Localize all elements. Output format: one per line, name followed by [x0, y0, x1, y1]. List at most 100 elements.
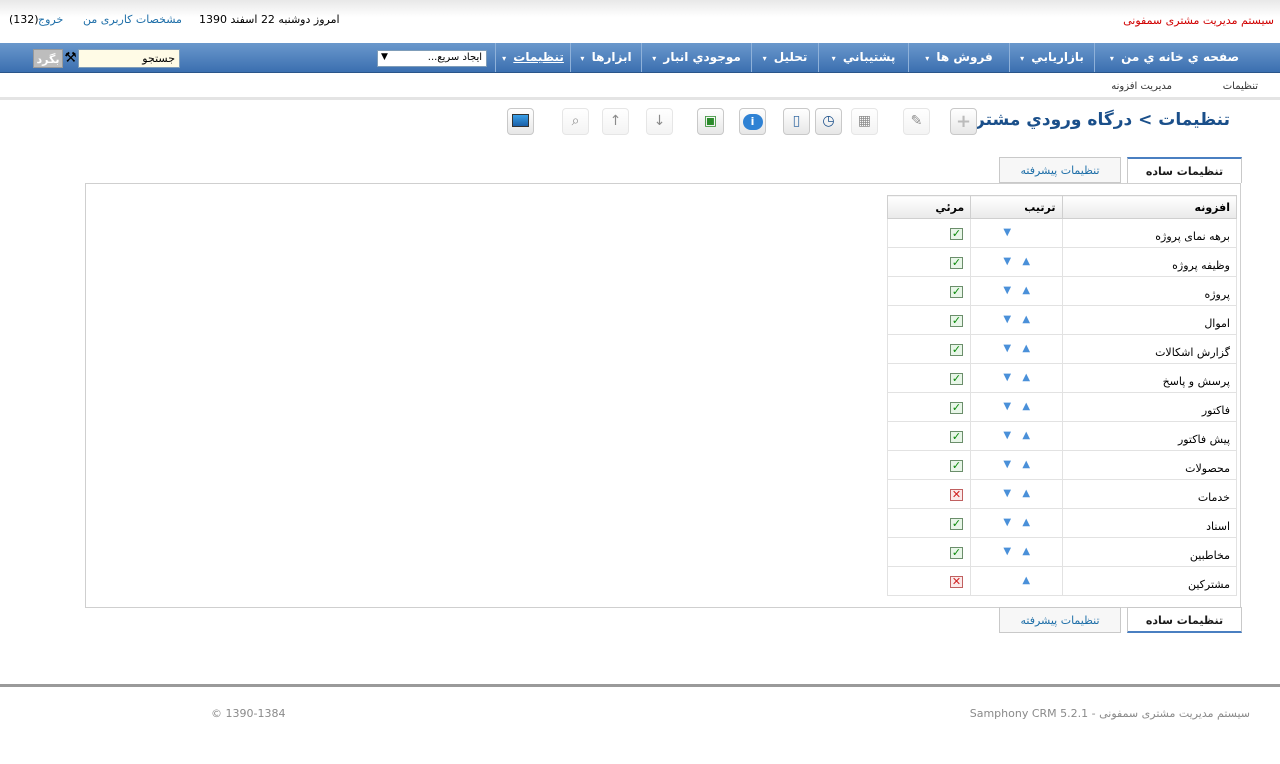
module-name: گزارش اشکالات [1061, 334, 1237, 364]
nav-label: موجودي انبار [663, 50, 741, 64]
table-row: اسناد ▲ ▼ ✓ [886, 508, 1237, 538]
chevron-down-icon: ▾ [925, 54, 930, 63]
move-down-arrow-icon[interactable]: ▼ [1002, 460, 1012, 470]
chevron-down-icon: ▾ [1020, 54, 1025, 63]
clock-icon[interactable]: ◷ [815, 108, 842, 135]
visible-check-icon[interactable]: ✓ [950, 402, 963, 414]
visible-cell: ✓ [886, 218, 972, 248]
search-button[interactable]: بگرد [33, 49, 63, 68]
order-cell: ▲ ▼ [970, 479, 1063, 509]
hidden-cross-icon[interactable]: ✕ [950, 489, 963, 501]
nav-tools[interactable]: ابزارها ▾ [570, 43, 641, 72]
subnav-module-manager-link[interactable]: مدیریت افزونه [1111, 81, 1172, 92]
move-up-arrow-icon[interactable]: ▲ [1021, 431, 1031, 441]
move-up-arrow-icon[interactable]: ▲ [1021, 315, 1031, 325]
table-row: فاکتور ▲ ▼ ✓ [886, 392, 1237, 422]
tab-advanced-settings[interactable]: تنظیمات پیشرفته [999, 157, 1121, 183]
calculator-icon[interactable]: ▯ [783, 108, 810, 135]
tab-simple-settings-bottom[interactable]: تنظیمات ساده [1127, 607, 1242, 633]
move-up-arrow-icon[interactable]: ▲ [1021, 547, 1031, 557]
hidden-cross-icon[interactable]: ✕ [950, 576, 963, 588]
move-up-arrow-icon[interactable]: ▲ [1021, 576, 1031, 586]
table-row: پروژه ▲ ▼ ✓ [886, 276, 1237, 306]
visible-cell: ✓ [886, 508, 972, 538]
move-down-arrow-icon[interactable]: ▼ [1002, 547, 1012, 557]
move-up-arrow-icon[interactable]: ▲ [1021, 489, 1031, 499]
calendar-icon[interactable]: ▦ [851, 108, 878, 135]
search-preview-icon[interactable]: ⌕ [562, 108, 589, 135]
module-name: اسناد [1061, 508, 1237, 538]
edit-icon[interactable]: ✎ [903, 108, 930, 135]
table-row: مشترکین ▲ ✕ [886, 566, 1237, 596]
nav-label: پشتيباني [842, 50, 896, 64]
tools-icon[interactable]: ⚒ [63, 49, 78, 68]
order-cell: ▲ [970, 566, 1063, 596]
move-down-arrow-icon[interactable]: ▼ [1002, 489, 1012, 499]
order-cell: ▼ [970, 218, 1063, 248]
order-cell: ▲ ▼ [970, 537, 1063, 567]
my-profile-link[interactable]: مشخصات کاربری من [83, 13, 182, 26]
add-icon[interactable]: + [950, 108, 977, 135]
move-up-icon[interactable]: ↑ [602, 108, 629, 135]
visible-cell: ✓ [886, 363, 972, 393]
move-down-arrow-icon[interactable]: ▼ [1002, 344, 1012, 354]
move-up-arrow-icon[interactable]: ▲ [1021, 460, 1031, 470]
move-down-arrow-icon[interactable]: ▼ [1002, 402, 1012, 412]
nav-my-home[interactable]: صفحه ي خانه ي من ▾ [1094, 43, 1254, 72]
module-name: برهه نمای پروژه [1061, 218, 1237, 248]
logout-link[interactable]: خروج [38, 13, 63, 26]
order-cell: ▲ ▼ [970, 276, 1063, 306]
nav-marketing[interactable]: بازاريابي ▾ [1009, 43, 1094, 72]
visible-check-icon[interactable]: ✓ [950, 315, 963, 327]
move-up-arrow-icon[interactable]: ▲ [1021, 344, 1031, 354]
visible-check-icon[interactable]: ✓ [950, 257, 963, 269]
quick-create-value: ايجاد سريع... [427, 52, 482, 63]
visible-check-icon[interactable]: ✓ [950, 228, 963, 240]
modules-table-body: برهه نمای پروژه ▼ ✓ وظیفه پروژه ▲ ▼ ✓ پروژه ▲ ▼ ✓ ا… [886, 218, 1237, 596]
move-up-arrow-icon[interactable]: ▲ [1021, 373, 1031, 383]
nav-analysis[interactable]: تحليل ▾ [751, 43, 818, 72]
visible-check-icon[interactable]: ✓ [950, 547, 963, 559]
clipboard-icon[interactable]: ▣ [697, 108, 724, 135]
nav-support[interactable]: پشتيباني ▾ [818, 43, 908, 72]
table-row: برهه نمای پروژه ▼ ✓ [886, 218, 1237, 248]
visible-check-icon[interactable]: ✓ [950, 460, 963, 472]
visible-cell: ✕ [886, 566, 972, 596]
move-down-arrow-icon[interactable]: ▼ [1002, 228, 1012, 238]
nav-inventory[interactable]: موجودي انبار ▾ [641, 43, 751, 72]
nav-settings[interactable]: تنظيمات ▾ [495, 43, 570, 72]
move-up-arrow-icon[interactable]: ▲ [1021, 402, 1031, 412]
move-up-arrow-icon[interactable]: ▲ [1021, 257, 1031, 267]
move-down-icon[interactable]: ↓ [646, 108, 673, 135]
move-up-arrow-icon[interactable]: ▲ [1021, 286, 1031, 296]
module-name: اموال [1061, 305, 1237, 335]
move-up-arrow-icon[interactable]: ▲ [1021, 518, 1031, 528]
module-name: پیش فاکتور [1061, 421, 1237, 451]
visible-cell: ✓ [886, 305, 972, 335]
tab-advanced-settings-bottom[interactable]: تنظیمات پیشرفته [999, 607, 1121, 633]
info-icon[interactable]: i [739, 108, 766, 135]
table-row: گزارش اشکالات ▲ ▼ ✓ [886, 334, 1237, 364]
table-row: مخاطبین ▲ ▼ ✓ [886, 537, 1237, 567]
visible-check-icon[interactable]: ✓ [950, 286, 963, 298]
move-down-arrow-icon[interactable]: ▼ [1002, 518, 1012, 528]
monitor-icon[interactable] [507, 108, 534, 135]
move-down-arrow-icon[interactable]: ▼ [1002, 315, 1012, 325]
tab-simple-settings[interactable]: تنظیمات ساده [1127, 157, 1242, 183]
move-down-arrow-icon[interactable]: ▼ [1002, 257, 1012, 267]
chevron-down-icon: ▾ [1109, 54, 1114, 63]
move-down-arrow-icon[interactable]: ▼ [1002, 286, 1012, 296]
subnav-settings-link[interactable]: تنظیمات [1223, 81, 1258, 92]
move-down-arrow-icon[interactable]: ▼ [1002, 431, 1012, 441]
visible-check-icon[interactable]: ✓ [950, 373, 963, 385]
visible-check-icon[interactable]: ✓ [950, 431, 963, 443]
quick-create-select[interactable]: ايجاد سريع... ▼ [377, 50, 487, 67]
module-name: پروژه [1061, 276, 1237, 306]
visible-check-icon[interactable]: ✓ [950, 344, 963, 356]
move-down-arrow-icon[interactable]: ▼ [1002, 373, 1012, 383]
order-cell: ▲ ▼ [970, 508, 1063, 538]
nav-sales[interactable]: فروش ها ▾ [908, 43, 1009, 72]
module-name: پرسش و پاسخ [1061, 363, 1237, 393]
visible-check-icon[interactable]: ✓ [950, 518, 963, 530]
search-input[interactable]: جستجو [78, 49, 180, 68]
